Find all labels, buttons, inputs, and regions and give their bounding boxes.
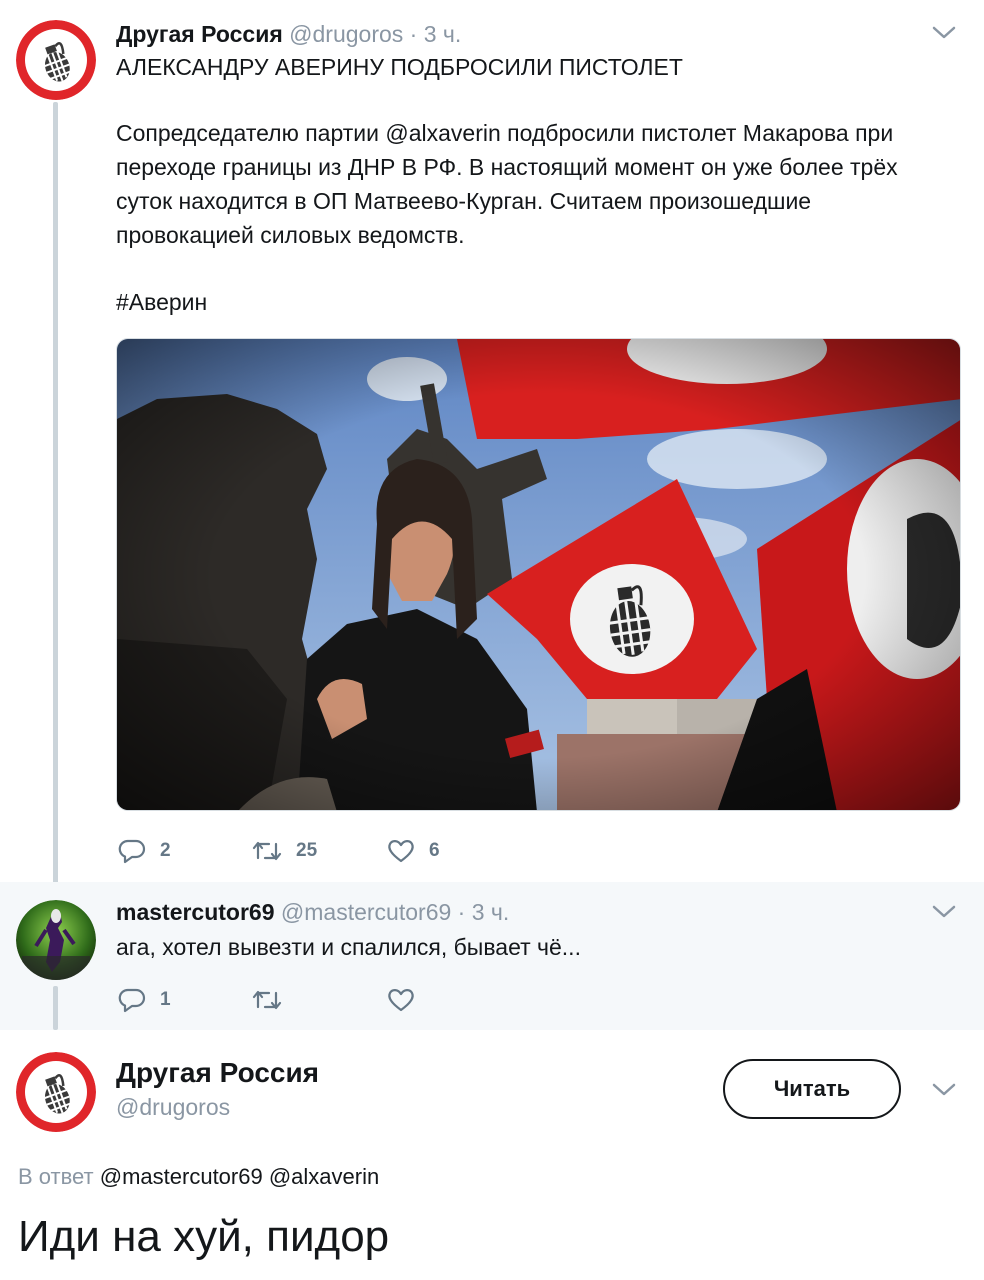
heart-icon bbox=[388, 989, 414, 1012]
thread-connector-line bbox=[53, 986, 58, 1030]
follow-button[interactable]: Читать bbox=[723, 1059, 901, 1119]
reply-bubble-icon bbox=[118, 988, 146, 1013]
retweet-action[interactable]: 25 bbox=[252, 838, 317, 864]
drugoros-avatar[interactable] bbox=[16, 1052, 96, 1132]
hashtag-link[interactable]: #Аверин bbox=[116, 285, 207, 319]
main-author-handle[interactable]: @drugoros bbox=[116, 1094, 230, 1121]
reply-author-handle[interactable]: @mastercutor69 bbox=[281, 899, 451, 925]
quoted-parent-tweet[interactable]: Другая Россия @drugoros · 3 ч. АЛЕКСАНДР… bbox=[0, 0, 984, 892]
retweet-action[interactable] bbox=[252, 987, 282, 1013]
like-action[interactable]: 6 bbox=[387, 838, 440, 864]
in-reply-prefix: В ответ bbox=[18, 1164, 94, 1189]
retweet-icon bbox=[252, 841, 282, 861]
focused-tweet: Другая Россия @drugoros Читать В ответ @… bbox=[0, 1030, 984, 1280]
reply-bubble-icon bbox=[118, 839, 146, 864]
mastercutor69-avatar[interactable] bbox=[16, 900, 96, 980]
tweet-body-line: Сопредседателю партии @alxaverin подброс… bbox=[116, 120, 894, 146]
tweet-headline: АЛЕКСАНДРУ АВЕРИНУ ПОДБРОСИЛИ ПИСТОЛЕТ bbox=[116, 54, 683, 80]
main-tweet-text: Иди на хуй, пидор bbox=[18, 1212, 390, 1261]
tweet-header: Другая Россия @drugoros · 3 ч. bbox=[116, 21, 461, 48]
reply-action[interactable]: 2 bbox=[118, 838, 171, 864]
retweet-icon bbox=[252, 990, 282, 1010]
author-name[interactable]: Другая Россия bbox=[116, 21, 283, 47]
in-reply-mentions[interactable]: @mastercutor69 @alxaverin bbox=[100, 1164, 379, 1189]
tweet-body-line: переходе границы из ДНР В РФ. В настоящи… bbox=[116, 154, 898, 180]
tweet-time[interactable]: · 3 ч. bbox=[410, 21, 462, 47]
heart-icon bbox=[388, 840, 414, 863]
reply-text: ага, хотел вывезти и спалился, бывает чё… bbox=[116, 934, 581, 960]
reply-header: mastercutor69 @mastercutor69 · 3 ч. bbox=[116, 899, 509, 926]
reply-tweet[interactable]: mastercutor69 @mastercutor69 · 3 ч. ага,… bbox=[0, 882, 984, 1030]
tweet-body: Сопредседателю партии @alxaverin подброс… bbox=[116, 116, 956, 252]
reply-count: 1 bbox=[160, 989, 171, 1010]
reply-author-name[interactable]: mastercutor69 bbox=[116, 899, 275, 925]
tweet-body-line: суток находится в ОП Матвеево-Курган. Сч… bbox=[116, 188, 812, 214]
retweet-count: 25 bbox=[296, 840, 318, 861]
like-count: 6 bbox=[429, 840, 440, 861]
tweet-photo[interactable] bbox=[116, 338, 961, 811]
like-action[interactable] bbox=[387, 987, 415, 1013]
in-reply-to: В ответ @mastercutor69 @alxaverin bbox=[18, 1164, 379, 1190]
chevron-down-icon[interactable] bbox=[931, 904, 957, 920]
drugoros-avatar[interactable] bbox=[16, 20, 96, 100]
main-author-name[interactable]: Другая Россия bbox=[116, 1057, 319, 1089]
chevron-down-icon[interactable] bbox=[931, 25, 957, 41]
reply-time[interactable]: · 3 ч. bbox=[458, 899, 510, 925]
reply-action[interactable]: 1 bbox=[118, 987, 171, 1013]
reply-count: 2 bbox=[160, 840, 171, 861]
thread-connector-line bbox=[53, 102, 58, 892]
author-handle[interactable]: @drugoros bbox=[289, 21, 403, 47]
chevron-down-icon[interactable] bbox=[931, 1082, 957, 1098]
tweet-body-line: провокацией силовых ведомств. bbox=[116, 222, 465, 248]
